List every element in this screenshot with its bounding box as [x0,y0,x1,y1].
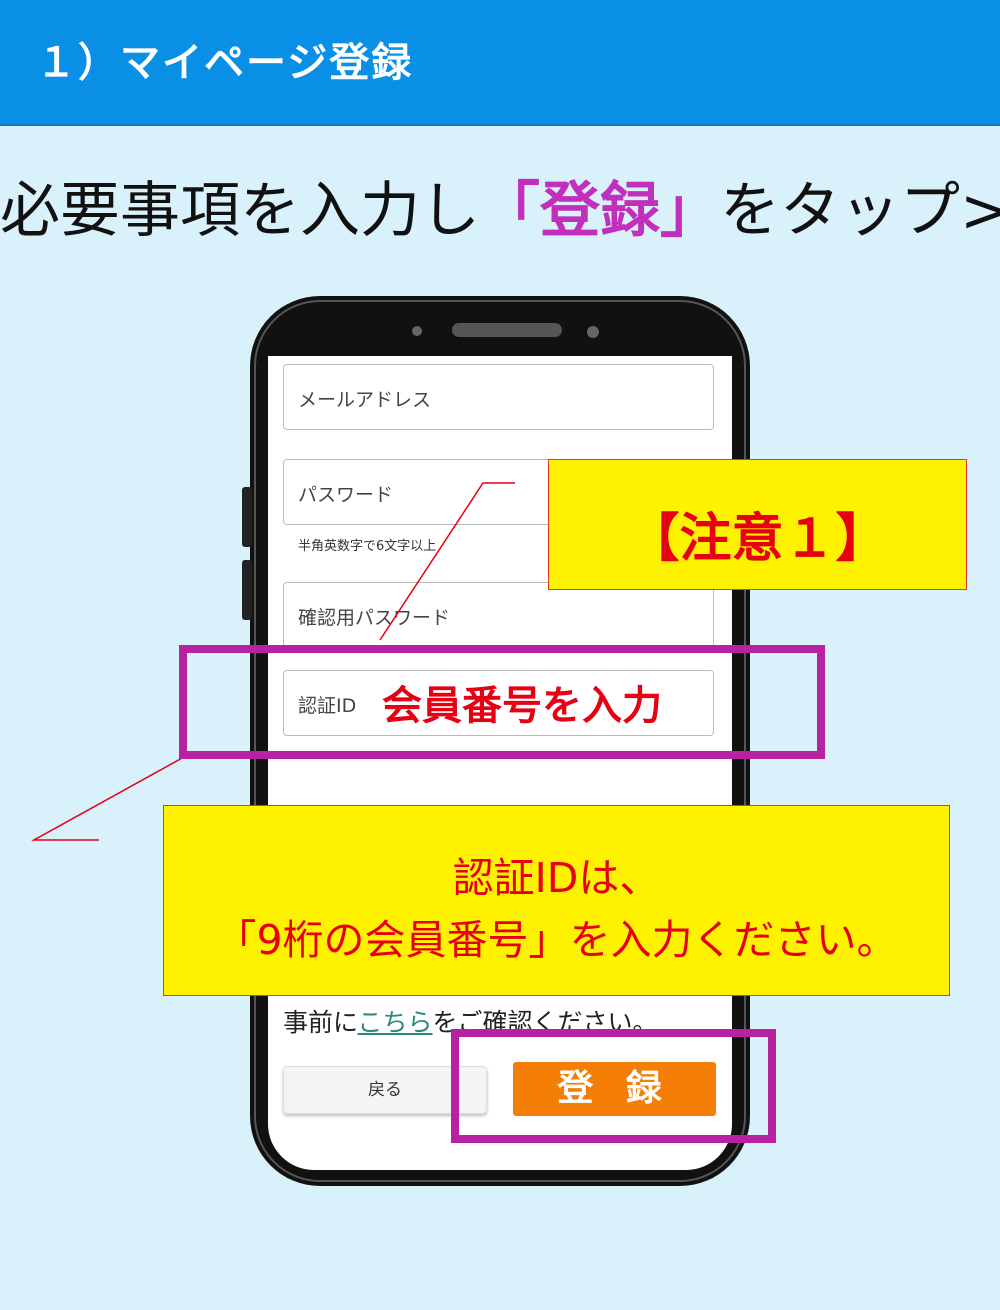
caution-label: 【注意１】 [627,509,888,569]
auth-id-annotation: 会員番号を入力 [382,683,662,729]
caution-callout: 【注意１】 [548,459,967,590]
register-highlight-box [451,1029,776,1143]
callout-line-1: 認証IDは、 [452,854,661,902]
caution-pointer-line [379,482,515,641]
callout-pointer-line [31,756,185,841]
auth-id-explanation-callout: 認証IDは、 「9桁の会員番号」を入力ください。 [163,805,950,996]
callout-line-2: 「9桁の会員番号」を入力ください。 [215,916,898,964]
